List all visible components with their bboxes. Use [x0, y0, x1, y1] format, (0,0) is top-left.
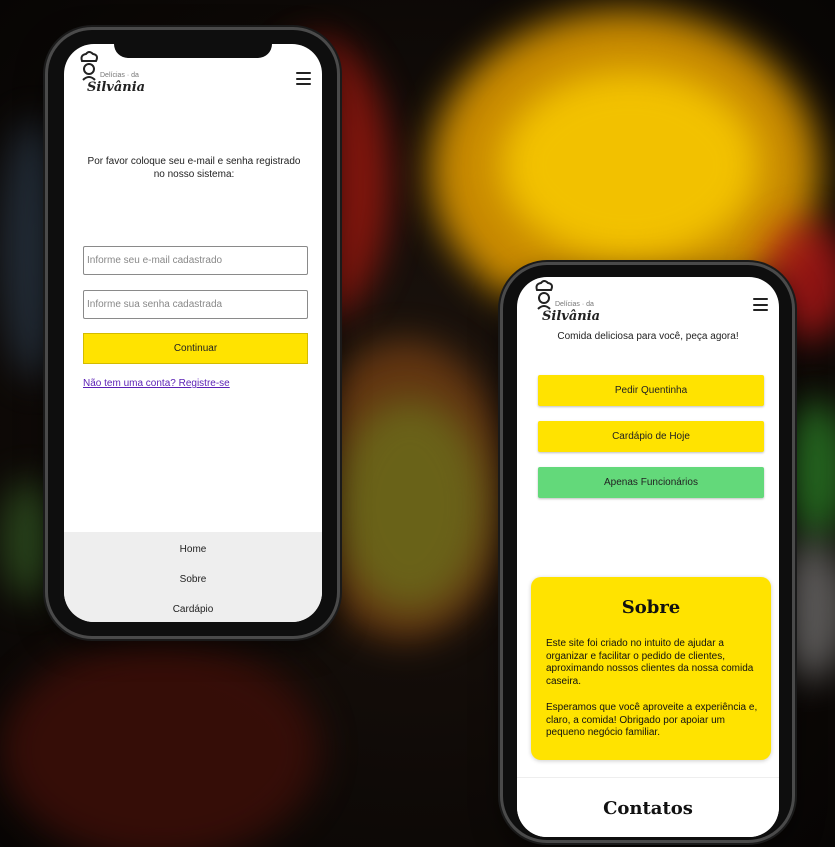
hamburger-menu-icon[interactable] [296, 72, 311, 85]
continue-button[interactable]: Continuar [83, 333, 308, 364]
today-menu-button[interactable]: Cardápio de Hoje [538, 421, 764, 452]
email-input[interactable]: Informe seu e-mail cadastrado [83, 246, 308, 275]
contacts-title: Contatos [603, 798, 693, 819]
logo-brand: Silvânia [87, 80, 146, 95]
logo-brand: Silvânia [542, 309, 601, 324]
login-prompt: Por favor coloque seu e-mail e senha reg… [87, 156, 301, 180]
logo-subtitle: Delícias · da [100, 72, 139, 79]
site-logo: Delícias · da Silvânia [78, 50, 158, 98]
logo-subtitle: Delícias · da [555, 301, 594, 308]
about-card: Sobre Este site foi criado no intuito de… [531, 577, 771, 760]
about-title: Sobre [621, 597, 681, 618]
site-logo: Delícias · da Silvânia [533, 279, 613, 327]
contacts-section: Contatos [517, 777, 779, 837]
employees-only-button[interactable]: Apenas Funcionários [538, 467, 764, 498]
left-screen: Delícias · da Silvânia Por favor coloque… [64, 44, 322, 622]
about-paragraph-1: Este site foi criado no intuito de ajuda… [546, 638, 754, 687]
left-phone: Delícias · da Silvânia Por favor coloque… [48, 30, 337, 636]
right-screen: Delícias · da Silvânia Comida deliciosa … [517, 277, 779, 837]
order-meal-button[interactable]: Pedir Quentinha [538, 375, 764, 406]
chef-hat-icon [535, 280, 553, 310]
password-input[interactable]: Informe sua senha cadastrada [83, 290, 308, 319]
footer-link-home[interactable]: Home [64, 544, 322, 555]
footer-link-about[interactable]: Sobre [64, 574, 322, 585]
right-phone: Delícias · da Silvânia Comida deliciosa … [503, 265, 792, 840]
footer-nav: Home Sobre Cardápio [64, 532, 322, 622]
chef-hat-icon [80, 51, 98, 81]
about-paragraph-2: Esperamos que você aproveite a experiênc… [546, 702, 758, 738]
hamburger-menu-icon[interactable] [753, 298, 768, 311]
register-link[interactable]: Não tem uma conta? Registre-se [83, 378, 230, 389]
tagline: Comida deliciosa para você, peça agora! [557, 331, 739, 342]
footer-link-menu[interactable]: Cardápio [64, 604, 322, 615]
